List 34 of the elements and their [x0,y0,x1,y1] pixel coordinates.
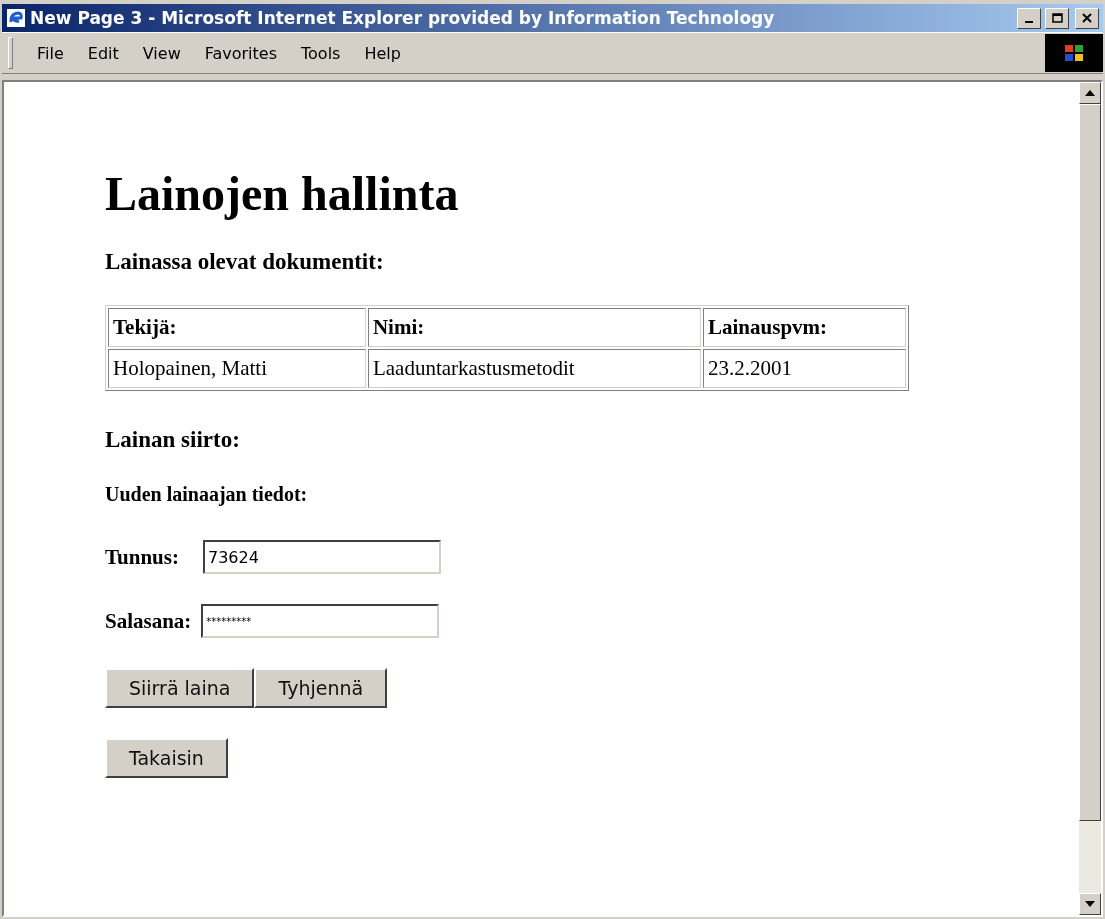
subheading: Uuden lainaajan tiedot: [105,483,309,506]
menu-item[interactable]: File [27,41,74,65]
form-button[interactable]: Tyhjennä [254,668,388,708]
input-field[interactable]: 73624 [202,540,441,574]
menu-item[interactable]: Favorites [194,41,287,65]
window-title: New Page 3 - Microsoft Internet Explorer provided by Information Technology [30,8,776,28]
column-header: Tekijä: [108,308,366,347]
minimize-icon [1025,21,1033,23]
menu-item[interactable]: Tools [291,41,351,65]
minimize-button[interactable] [1017,7,1041,29]
scroll-up-icon[interactable] [1079,82,1101,104]
maximize-button[interactable] [1045,7,1069,29]
maximize-icon [1051,13,1063,23]
field-label: Salasana: [105,608,192,634]
menu-item[interactable]: View [132,41,191,65]
close-button[interactable] [1075,7,1099,29]
field-label: Tunnus: [105,544,179,570]
menu-item[interactable]: Help [354,41,411,65]
page-title: Lainojen hallinta [105,166,460,221]
table-cell: Holopainen, Matti [108,349,366,388]
menu-item[interactable]: Edit [77,41,129,65]
table-cell: 23.2.2001 [703,349,906,388]
close-icon [1082,13,1092,23]
table-cell: Laaduntarkastusmetodit [367,349,701,388]
section-heading: Lainassa olevat dokumentit: [105,249,385,275]
form-button[interactable]: Siirrä laina [105,668,255,708]
section-heading: Lainan siirto: [105,427,241,453]
windows-logo-icon [1045,34,1103,72]
password-field[interactable]: ********* [201,604,440,638]
scroll-down-icon[interactable] [1079,893,1101,915]
browser-icon [6,8,26,28]
column-header: Nimi: [367,308,701,347]
column-header: Lainauspvm: [703,308,906,347]
back-button[interactable]: Takaisin [105,738,228,778]
